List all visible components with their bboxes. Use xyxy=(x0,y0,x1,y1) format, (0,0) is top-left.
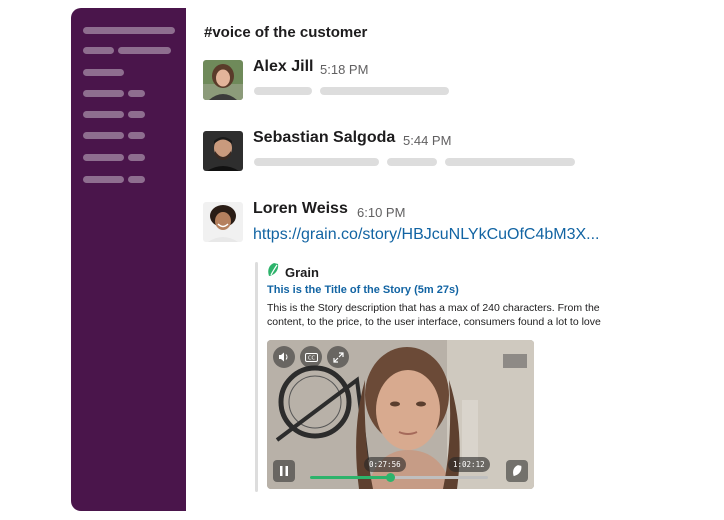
message-text-placeholder xyxy=(445,158,575,166)
message-author[interactable]: Loren Weiss xyxy=(253,200,348,218)
message-timestamp[interactable]: 6:10 PM xyxy=(357,205,405,220)
video-progress-track[interactable] xyxy=(310,473,488,482)
duration: 1:02:12 xyxy=(448,457,490,472)
volume-icon[interactable] xyxy=(273,346,295,368)
message-text-placeholder xyxy=(254,87,312,95)
sidebar-placeholder-line[interactable] xyxy=(83,69,124,76)
fullscreen-icon[interactable] xyxy=(327,346,349,368)
current-time: 0:27:56 xyxy=(364,457,406,472)
grain-logo-icon[interactable] xyxy=(506,460,528,482)
workspace-sidebar xyxy=(71,8,186,511)
avatar[interactable] xyxy=(203,131,243,171)
svg-text:CC: CC xyxy=(308,355,315,361)
sidebar-placeholder-line[interactable] xyxy=(128,154,145,161)
message-timestamp[interactable]: 5:18 PM xyxy=(320,62,368,77)
grain-logo-icon xyxy=(267,263,280,282)
sidebar-placeholder-line[interactable] xyxy=(83,47,114,54)
story-description: This is the Story description that has a… xyxy=(267,302,601,328)
app-name: Grain xyxy=(285,265,319,280)
sidebar-placeholder-line[interactable] xyxy=(83,27,175,34)
story-link[interactable]: https://grain.co/story/HBJcuNLYkCuOfC4bM… xyxy=(253,226,600,244)
pause-icon[interactable] xyxy=(273,460,295,482)
sidebar-placeholder-line[interactable] xyxy=(83,90,124,97)
avatar[interactable] xyxy=(203,202,243,242)
message-text-placeholder xyxy=(387,158,437,166)
message-author[interactable]: Sebastian Salgoda xyxy=(253,129,395,147)
sidebar-placeholder-line[interactable] xyxy=(83,176,124,183)
video-progress-handle[interactable] xyxy=(385,473,395,482)
avatar[interactable] xyxy=(203,60,243,100)
attachment-border xyxy=(255,262,258,492)
sidebar-placeholder-line[interactable] xyxy=(128,111,145,118)
sidebar-placeholder-line[interactable] xyxy=(83,111,124,118)
message-author[interactable]: Alex Jill xyxy=(253,58,313,76)
message-text-placeholder xyxy=(254,158,379,166)
attachment-header: Grain xyxy=(267,263,319,282)
story-title-link[interactable]: This is the Title of the Story (5m 27s) xyxy=(267,284,459,296)
sidebar-placeholder-line[interactable] xyxy=(128,132,145,139)
sidebar-placeholder-line[interactable] xyxy=(83,154,124,161)
captions-icon[interactable]: CC xyxy=(300,346,322,368)
sidebar-placeholder-line[interactable] xyxy=(128,90,145,97)
sidebar-placeholder-line[interactable] xyxy=(83,132,124,139)
sidebar-placeholder-line[interactable] xyxy=(128,176,145,183)
message-text-placeholder xyxy=(320,87,449,95)
channel-title: #voice of the customer xyxy=(204,24,368,41)
video-player[interactable]: CC 0:27:56 1:02:12 xyxy=(267,340,534,489)
video-progress-fill xyxy=(310,476,391,479)
sidebar-placeholder-line[interactable] xyxy=(118,47,171,54)
message-timestamp[interactable]: 5:44 PM xyxy=(403,133,451,148)
